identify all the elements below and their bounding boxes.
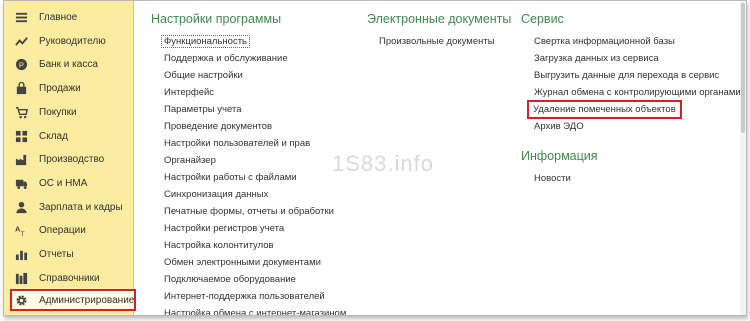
settings-section-title: Настройки программы [151,12,282,26]
settings-link-organizer[interactable]: Органайзер [164,155,216,166]
settings-link-webshop-exchange[interactable]: Настройка обмена с интернет-магазином [164,308,346,315]
shopping-bag-icon [14,81,28,95]
scrollbar-thumb[interactable] [741,3,745,133]
info-section-title: Информация [521,149,598,163]
home-icon [14,10,28,24]
settings-link-interface[interactable]: Интерфейс [164,87,214,98]
app-window: Главное Руководителю P Банк и касса Прод… [3,0,747,316]
info-link-news[interactable]: Новости [534,173,571,184]
sidebar-item-manager[interactable]: Руководителю [4,30,134,52]
settings-link-print-forms[interactable]: Печатные формы, отчеты и обработки [164,206,334,217]
settings-link-general[interactable]: Общие настройки [164,70,243,81]
settings-link-sync[interactable]: Синхронизация данных [164,189,268,200]
service-link-edo-archive[interactable]: Архив ЭДО [534,121,584,132]
cart-icon [14,105,28,119]
sidebar-item-warehouse[interactable]: Склад [4,125,134,147]
settings-link-registers[interactable]: Настройки регистров учета [164,223,284,234]
sidebar-item-main[interactable]: Главное [4,6,134,28]
settings-link-edoc-exchange[interactable]: Обмен электронными документами [164,257,321,268]
settings-link-users-rights[interactable]: Настройки пользователей и прав [164,138,310,149]
sidebar-item-administration[interactable]: Администрирование [10,289,136,311]
watermark: 1S83.info [332,151,434,176]
sidebar-item-label: Операции [39,224,86,236]
person-icon [14,200,28,214]
gear-icon [15,293,28,307]
sidebar-item-label: ОС и НМА [39,177,88,189]
sidebar-item-fixed-assets[interactable]: ОС и НМА [4,172,134,194]
service-link-load-from-service[interactable]: Загрузка данных из сервиса [534,53,659,64]
settings-link-internet-support[interactable]: Интернет-поддержка пользователей [164,291,325,302]
sidebar-item-reports[interactable]: Отчеты [4,243,134,265]
sidebar-item-salary[interactable]: Зарплата и кадры [4,196,134,218]
trend-chart-icon [14,34,28,48]
vertical-scrollbar[interactable] [740,1,746,315]
sidebar-item-sales[interactable]: Продажи [4,77,134,99]
sidebar-item-label: Администрирование [39,294,135,306]
sidebar-item-label: Продажи [39,82,81,94]
svg-text:T: T [20,231,24,237]
sidebar-item-label: Склад [39,130,68,142]
coin-icon: P [14,57,28,71]
sidebar-item-operations[interactable]: AT Операции [4,219,134,241]
settings-link-headers-footers[interactable]: Настройка колонтитулов [164,240,274,251]
sidebar-item-purchases[interactable]: Покупки [4,101,134,123]
edocs-link-arbitrary[interactable]: Произвольные документы [379,36,495,47]
books-icon [14,271,28,285]
service-section-title: Сервис [521,12,564,26]
factory-icon [14,152,28,166]
service-link-delete-marked[interactable]: Удаление помеченных объектов [527,100,682,119]
bar-chart-icon [14,247,28,261]
sections-sidebar: Главное Руководителю P Банк и касса Прод… [4,1,136,315]
sidebar-item-label: Покупки [39,106,77,118]
service-link-authorities-log[interactable]: Журнал обмена с контролирующими органами [534,87,741,98]
svg-text:P: P [19,60,24,69]
service-link-db-rollup[interactable]: Свертка информационной базы [534,36,675,47]
operations-icon: AT [14,223,28,237]
service-link-export-to-service[interactable]: Выгрузить данные для перехода в сервис [534,70,719,81]
sidebar-item-label: Главное [39,11,78,23]
sidebar-item-directories[interactable]: Справочники [4,267,134,289]
sidebar-item-production[interactable]: Производство [4,148,134,170]
settings-link-posting[interactable]: Проведение документов [164,121,272,132]
truck-icon [14,176,28,190]
edocs-section-title: Электронные документы [367,12,512,26]
settings-link-files[interactable]: Настройки работы с файлами [164,172,297,183]
sidebar-item-label: Руководителю [39,35,106,47]
settings-link-equipment[interactable]: Подключаемое оборудование [164,274,296,285]
sidebar-item-bank[interactable]: P Банк и касса [4,53,134,75]
sidebar-item-label: Производство [39,153,105,165]
settings-link-support[interactable]: Поддержка и обслуживание [164,53,288,64]
sidebar-item-label: Банк и касса [39,58,98,70]
settings-link-functionality[interactable]: Функциональность [161,35,251,48]
sidebar-item-label: Справочники [39,272,100,284]
sidebar-item-label: Зарплата и кадры [39,201,123,213]
warehouse-icon [14,129,28,143]
sidebar-item-label: Отчеты [39,248,74,260]
settings-link-accounting-params[interactable]: Параметры учета [164,104,241,115]
